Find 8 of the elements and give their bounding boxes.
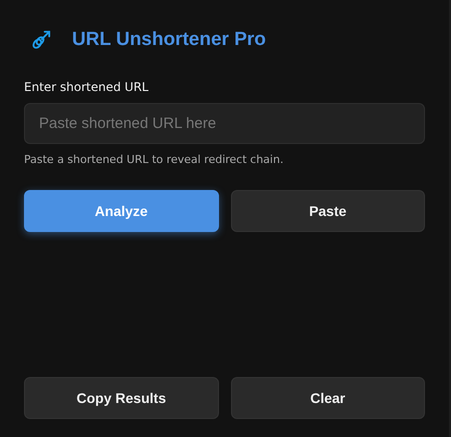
app-title: URL Unshortener Pro (72, 29, 266, 51)
hint-text: Paste a shortened URL to reveal redirect chain. (24, 153, 284, 166)
button[interactable]: Clear (230, 377, 425, 419)
button[interactable]: Paste (230, 190, 425, 232)
button[interactable]: Copy Results (24, 377, 218, 419)
link-icon (30, 29, 52, 51)
field-label: Enter shortened URL (24, 80, 150, 94)
url-input-field[interactable]: Paste shortened URL here (24, 103, 425, 144)
